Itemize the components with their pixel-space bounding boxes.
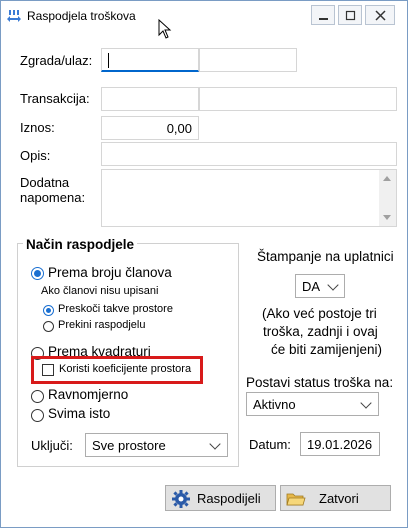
ukljuci-select[interactable]: Sve prostore (85, 433, 228, 457)
transakcija-name-input[interactable] (199, 87, 397, 111)
stampanje-label: Štampanje na uplatnici (257, 249, 394, 264)
close-window-button[interactable] (365, 5, 395, 25)
raspodijeli-button[interactable]: Raspodijeli (165, 485, 276, 511)
title-bar[interactable]: Raspodjela troškova (1, 1, 407, 31)
zgrada-code-input[interactable] (101, 48, 199, 72)
zgrada-name-input[interactable] (199, 48, 297, 72)
radio-preskoci-label[interactable]: Preskoči takve prostore (58, 303, 173, 315)
datum-value: 19.01.2026 (307, 437, 373, 452)
radio-prema-clanova[interactable] (31, 267, 44, 280)
chevron-down-icon (360, 397, 372, 409)
iznos-input[interactable]: 0,00 (101, 116, 199, 140)
window-title: Raspodjela troškova (27, 9, 136, 23)
highlight-box (31, 356, 203, 384)
chevron-down-icon (327, 279, 339, 291)
status-dropdown-button[interactable] (356, 393, 378, 415)
raspodijeli-label: Raspodijeli (197, 491, 261, 506)
radio-svima-isto[interactable] (31, 409, 44, 422)
zatvori-button[interactable]: Zatvori (280, 485, 391, 511)
zatvori-label: Zatvori (319, 491, 359, 506)
iznos-label: Iznos: (20, 120, 55, 135)
ukljuci-value: Sve prostore (92, 438, 166, 453)
stampanje-dropdown-button[interactable] (324, 275, 344, 297)
napomena-textarea[interactable] (101, 169, 397, 227)
radio-preskoci[interactable] (43, 305, 54, 316)
scroll-down-icon[interactable] (383, 215, 391, 220)
text-caret (108, 53, 109, 68)
stampanje-note-line3: će biti zamijenjeni) (271, 342, 383, 357)
napomena-label-line2: napomena: (20, 190, 86, 205)
status-value: Aktivno (253, 397, 296, 412)
transakcija-code-input[interactable] (101, 87, 199, 111)
radio-ravnomjerno[interactable] (31, 390, 44, 403)
status-select[interactable]: Aktivno (246, 392, 379, 416)
minimize-button[interactable] (311, 5, 335, 25)
ukljuci-label: Uključi: (31, 438, 73, 453)
app-icon (7, 10, 21, 22)
sub-note: Ako članovi nisu upisani (41, 285, 159, 297)
stampanje-value: DA (302, 279, 321, 294)
maximize-button[interactable] (338, 5, 362, 25)
status-label: Postavi status troška na: (246, 375, 394, 390)
transakcija-label: Transakcija: (20, 91, 90, 106)
radio-prekini-label[interactable]: Prekini raspodjelu (58, 319, 145, 331)
radio-ravnomjerno-label[interactable]: Ravnomjerno (48, 387, 128, 402)
scroll-up-icon[interactable] (383, 176, 391, 181)
opis-input[interactable] (101, 142, 397, 166)
radio-svima-isto-label[interactable]: Svima isto (48, 406, 110, 421)
chevron-down-icon (209, 438, 221, 450)
datum-label: Datum: (249, 437, 291, 452)
iznos-value: 0,00 (166, 121, 192, 136)
maximize-icon (345, 10, 356, 21)
folder-icon (286, 493, 306, 506)
datum-input[interactable]: 19.01.2026 (300, 432, 380, 456)
stampanje-select[interactable]: DA (295, 274, 345, 298)
raspodjela-title: Način raspodjele (23, 237, 138, 252)
close-icon (375, 10, 386, 21)
napomena-scrollbar[interactable] (379, 170, 396, 226)
radio-prekini[interactable] (43, 321, 54, 332)
stampanje-note-line1: (Ako već postoje tri (262, 306, 377, 321)
ukljuci-dropdown-button[interactable] (205, 434, 227, 456)
gear-icon (172, 490, 190, 508)
napomena-label-line1: Dodatna (20, 175, 70, 190)
minimize-icon (319, 18, 328, 20)
dialog-window: Raspodjela troškova Zgrada/ulaz: Transak… (0, 0, 408, 528)
stampanje-note-line2: troška, zadnji i ovaj (263, 324, 378, 339)
zgrada-label: Zgrada/ulaz: (20, 53, 93, 68)
radio-prema-clanova-label[interactable]: Prema broju članova (48, 265, 172, 280)
opis-label: Opis: (20, 148, 51, 163)
mouse-cursor-icon (158, 19, 172, 39)
